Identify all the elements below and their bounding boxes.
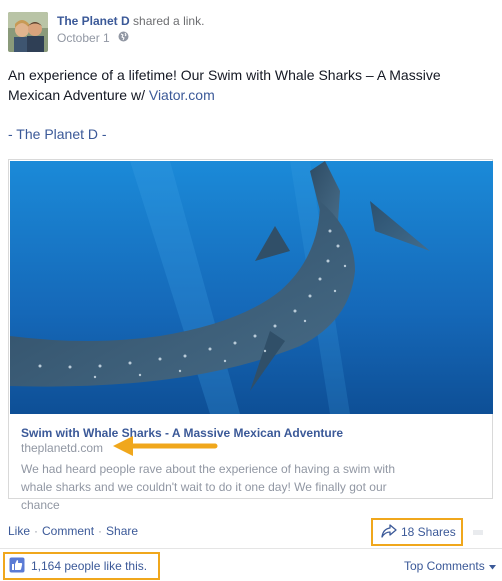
avatar-photo [8, 12, 48, 52]
share-button[interactable]: Share [106, 524, 138, 538]
author-name[interactable]: The Planet D [57, 14, 130, 28]
post-signature[interactable]: - The Planet D - [8, 124, 107, 144]
divider [0, 548, 502, 549]
link-description: We had heard people rave about the exper… [21, 462, 396, 512]
comment-button[interactable]: Comment [42, 524, 94, 538]
post-text: An experience of a lifetime! Our Swim wi… [8, 65, 488, 105]
share-arrow-icon [381, 523, 397, 541]
top-comments-label: Top Comments [404, 559, 485, 573]
likes-summary[interactable]: 1,164 people like this. [3, 552, 160, 580]
post-body: An experience of a lifetime! Our Swim wi… [8, 67, 441, 103]
post-action-text: shared a link. [133, 14, 205, 28]
link-domain: theplanetd.com [21, 441, 104, 455]
post-meta: October 1 [57, 30, 129, 46]
thumbs-up-icon [9, 557, 25, 576]
like-button[interactable]: Like [8, 524, 30, 538]
link-preview-image[interactable] [10, 161, 493, 414]
post-text-link[interactable]: Viator.com [149, 87, 215, 103]
shares-count[interactable]: 18 Shares [371, 518, 463, 546]
shares-label: 18 Shares [401, 525, 456, 539]
hide-icon[interactable] [472, 525, 484, 537]
post-header: The Planet D shared a link. [57, 13, 204, 29]
avatar[interactable] [8, 12, 48, 52]
action-separator: · [98, 524, 103, 538]
top-comments-dropdown[interactable]: Top Comments [404, 559, 496, 573]
post-actions: Like · Comment · Share [8, 524, 138, 538]
arrow-annotation-icon [111, 434, 221, 463]
action-separator: · [34, 524, 39, 538]
post-date[interactable]: October 1 [57, 30, 110, 46]
link-preview-card[interactable]: Swim with Whale Sharks - A Massive Mexic… [8, 159, 493, 512]
caret-down-icon [488, 559, 496, 573]
likes-count-text: 1,164 people like this. [31, 559, 148, 573]
globe-icon[interactable] [118, 30, 129, 46]
